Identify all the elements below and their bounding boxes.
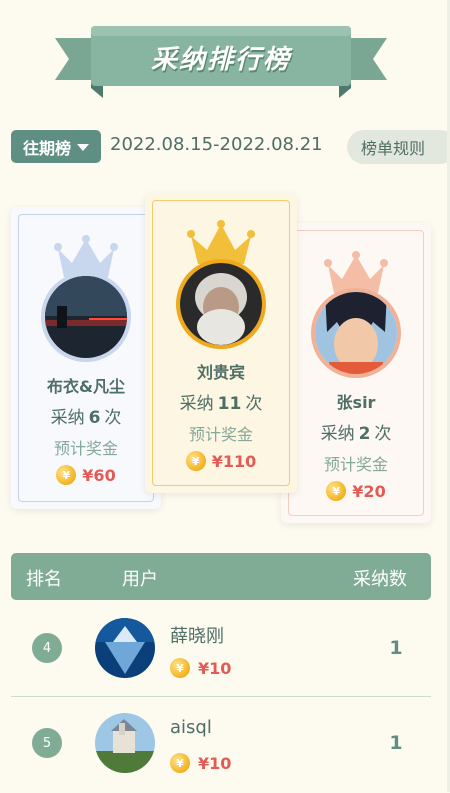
coin-icon: ¥: [170, 753, 190, 773]
period-selector-button[interactable]: 往期榜: [11, 130, 101, 163]
avatar-third[interactable]: [311, 288, 401, 378]
podium-prize: ¥ ¥20: [281, 481, 431, 501]
page-title: 采纳排行榜: [150, 44, 291, 75]
coin-icon: ¥: [326, 481, 347, 501]
header-rank: 排名: [26, 569, 62, 590]
prize-label: 预计奖金: [53, 439, 118, 458]
user-prize: ¥ ¥10: [170, 658, 231, 678]
podium-adopt-count: 采纳 2 次: [281, 419, 431, 444]
table-row[interactable]: 5 aisql ¥ ¥10 1: [11, 697, 431, 793]
coin-icon: ¥: [185, 451, 206, 471]
adopt-prefix: 采纳: [320, 424, 355, 444]
prize-label: 预计奖金: [323, 455, 388, 474]
rank-badge: 4: [32, 633, 62, 663]
title-banner: 采纳排行榜: [55, 24, 387, 100]
header-count: 采纳数: [353, 569, 407, 590]
adopt-number: 6: [88, 408, 101, 428]
avatar-image: [180, 263, 262, 345]
prize-amount: ¥20: [352, 481, 386, 501]
user-prize: ¥ ¥10: [170, 753, 231, 773]
adopt-suffix: 次: [245, 394, 263, 414]
ranking-table-header: 排名 用户 采纳数: [11, 553, 431, 600]
avatar-second[interactable]: [41, 272, 131, 362]
date-range-text: 2022.08.15-2022.08.21: [110, 134, 323, 155]
coin-icon: ¥: [56, 465, 77, 485]
prize-amount: ¥10: [198, 658, 232, 678]
user-name: aisql: [170, 717, 212, 738]
rank-badge: 5: [32, 728, 62, 758]
adopt-number: 2: [358, 424, 371, 444]
adopt-count: 1: [389, 637, 403, 659]
coin-icon: ¥: [170, 658, 190, 678]
table-row[interactable]: 4 薛晓刚 ¥ ¥10 1: [11, 601, 431, 697]
user-name: 薛晓刚: [170, 626, 224, 647]
avatar-image: [45, 276, 127, 358]
podium-adopt-count: 采纳 6 次: [11, 403, 161, 428]
user-avatar[interactable]: [95, 713, 155, 773]
podium-name: 刘贵宾: [196, 363, 245, 382]
podium-card-second[interactable]: 布衣&凡尘 采纳 6 次 预计奖金 ¥ ¥60: [11, 207, 161, 509]
prize-label: 预计奖金: [188, 425, 253, 444]
caret-down-icon: [77, 144, 89, 151]
avatar-image: [95, 618, 155, 678]
prize-amount: ¥110: [211, 451, 257, 471]
avatar-image: [95, 713, 155, 773]
adopt-prefix: 采纳: [50, 408, 85, 428]
podium-name: 张sir: [336, 393, 376, 412]
adopt-suffix: 次: [104, 408, 122, 428]
podium-name: 布衣&凡尘: [47, 377, 125, 396]
avatar-image: [315, 292, 397, 374]
avatar-first[interactable]: [176, 259, 266, 349]
prize-amount: ¥10: [198, 753, 232, 773]
podium-prize: ¥ ¥60: [11, 465, 161, 485]
adopt-suffix: 次: [374, 424, 392, 444]
header-user: 用户: [122, 569, 158, 590]
podium-card-first[interactable]: 刘贵宾 采纳 11 次 预计奖金 ¥ ¥110: [145, 193, 297, 493]
period-selector-label: 往期榜: [22, 138, 71, 158]
podium-prize: ¥ ¥110: [145, 451, 297, 471]
adopt-number: 11: [217, 394, 242, 414]
leaderboard-rules-button[interactable]: 榜单规则: [347, 130, 450, 164]
podium-card-third[interactable]: 张sir 采纳 2 次 预计奖金 ¥ ¥20: [281, 223, 431, 523]
user-avatar[interactable]: [95, 618, 155, 678]
podium-adopt-count: 采纳 11 次: [145, 389, 297, 414]
adopt-count: 1: [389, 732, 403, 754]
prize-amount: ¥60: [82, 465, 116, 485]
adopt-prefix: 采纳: [179, 394, 214, 414]
